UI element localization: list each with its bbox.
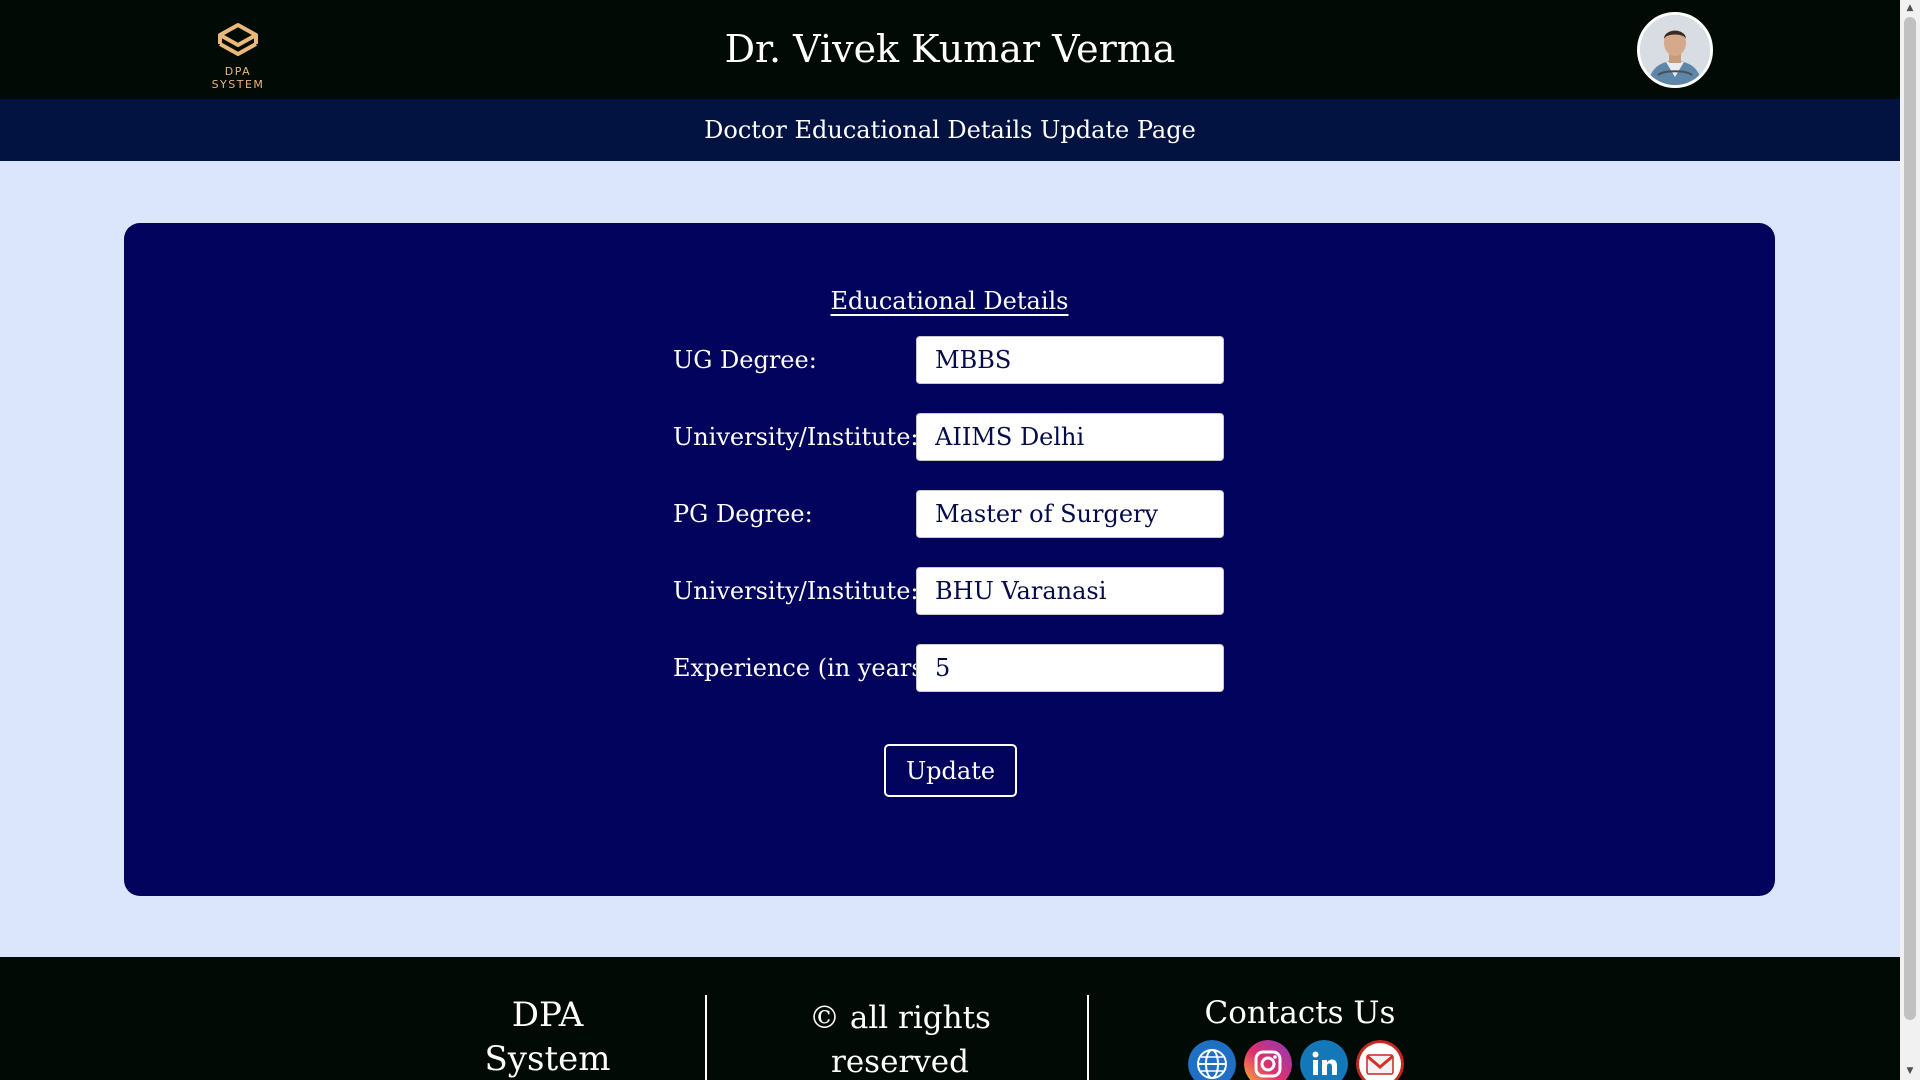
copyright-text: © all rights reserved (809, 1000, 991, 1080)
experience-input[interactable] (916, 644, 1224, 692)
footer-brand: DPA System (470, 993, 625, 1080)
educational-details-card: Educational Details UG Degree: Universit… (124, 223, 1775, 896)
footer-brand-line2: System (484, 1039, 611, 1079)
footer-copyright: © all rights reserved 2023 (740, 996, 1060, 1080)
linkedin-icon[interactable] (1300, 1040, 1348, 1080)
form-row-experience: Experience (in years): (673, 644, 1233, 692)
section-title: Educational Details (124, 287, 1775, 315)
form-row-ug-degree: UG Degree: (673, 336, 1233, 384)
pg-university-label: University/Institute: (673, 577, 919, 605)
update-button[interactable]: Update (884, 744, 1017, 797)
form-row-pg-degree: PG Degree: (673, 490, 1233, 538)
avatar[interactable] (1637, 12, 1713, 88)
gmail-icon[interactable] (1356, 1040, 1404, 1080)
ug-degree-input[interactable] (916, 336, 1224, 384)
form-row-ug-university: University/Institute: (673, 413, 1233, 461)
instagram-icon[interactable] (1244, 1040, 1292, 1080)
section-title-text: Educational Details (830, 287, 1069, 315)
doctor-name: Dr. Vivek Kumar Verma (724, 27, 1176, 71)
footer-divider (1087, 995, 1089, 1080)
footer: DPA System © all rights reserved 2023 Co… (0, 957, 1900, 1080)
scrollbar-thumb[interactable] (1904, 17, 1916, 1020)
scroll-up-icon[interactable]: ▲ (1900, 0, 1920, 17)
globe-icon[interactable] (1188, 1040, 1236, 1080)
contact-title: Contacts Us (1204, 995, 1396, 1031)
pg-university-input[interactable] (916, 567, 1224, 615)
ug-degree-label: UG Degree: (673, 346, 817, 374)
ug-university-label: University/Institute: (673, 423, 919, 451)
form-row-pg-university: University/Institute: (673, 567, 1233, 615)
top-header: DPA SYSTEM Dr. Vivek Kumar Verma (0, 0, 1900, 99)
page: DPA SYSTEM Dr. Vivek Kumar Verma Doctor … (0, 0, 1900, 1080)
page-scrollbar[interactable]: ▲ ▼ (1900, 0, 1920, 1080)
doctor-avatar-icon (1640, 15, 1710, 85)
pg-degree-input[interactable] (916, 490, 1224, 538)
pg-degree-label: PG Degree: (673, 500, 813, 528)
scroll-down-icon[interactable]: ▼ (1900, 1063, 1920, 1080)
footer-brand-line1: DPA (511, 995, 584, 1035)
footer-divider (705, 995, 707, 1080)
experience-label: Experience (in years): (673, 654, 942, 682)
page-subtitle: Doctor Educational Details Update Page (0, 99, 1900, 161)
ug-university-input[interactable] (916, 413, 1224, 461)
